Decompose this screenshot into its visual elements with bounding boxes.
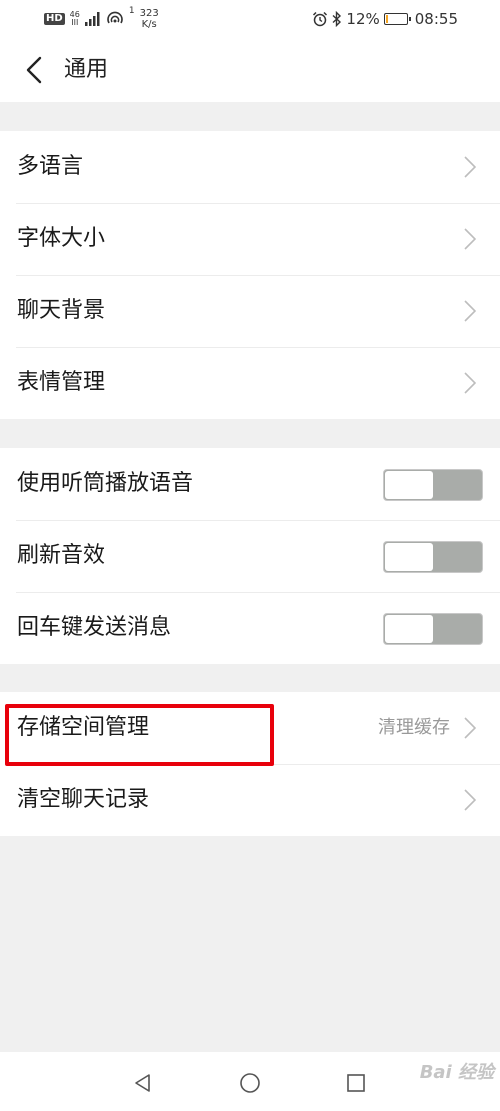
hotspot-count: 1 <box>128 6 135 16</box>
status-left: HD 46 III 1 323 K/s <box>44 6 159 32</box>
settings-group-display: 多语言 字体大小 聊天背景 表情管理 <box>0 131 500 419</box>
chevron-right-icon <box>464 228 476 250</box>
bluetooth-icon <box>332 11 342 27</box>
row-label: 字体大小 <box>17 226 106 251</box>
row-label: 使用听筒播放语音 <box>17 471 194 496</box>
hotspot-icon <box>107 11 123 24</box>
signal-icon <box>84 12 100 26</box>
chevron-right-icon <box>464 372 476 394</box>
title-bar: 通用 <box>0 38 500 102</box>
battery-icon <box>383 13 411 25</box>
system-recent-apps-icon[interactable] <box>346 1073 366 1093</box>
clock: 08:55 <box>414 10 458 28</box>
row-value: 清理缓存 <box>378 717 450 738</box>
chevron-right-icon <box>464 717 476 739</box>
refresh-sound-toggle[interactable] <box>383 541 483 573</box>
row-label: 刷新音效 <box>17 543 106 568</box>
toggle-knob <box>385 615 433 643</box>
battery-percent: 12% <box>346 10 380 28</box>
network-speed: 323 K/s <box>140 8 159 30</box>
row-enter-to-send: 回车键发送消息 <box>0 592 500 664</box>
row-label: 聊天背景 <box>17 298 106 323</box>
status-right: 12% 08:55 <box>312 6 458 32</box>
network-speed-unit: K/s <box>141 19 157 30</box>
network-type: 46 III <box>70 11 80 27</box>
status-bar: HD 46 III 1 323 K/s 12% 08:55 <box>0 0 500 38</box>
watermark-logo: Bai 经验 <box>419 1062 494 1083</box>
earpiece-playback-toggle[interactable] <box>383 469 483 501</box>
row-earpiece-playback: 使用听筒播放语音 <box>0 448 500 520</box>
enter-to-send-toggle[interactable] <box>383 613 483 645</box>
system-home-icon[interactable] <box>239 1072 261 1094</box>
row-label: 多语言 <box>17 154 84 179</box>
chevron-right-icon <box>464 156 476 178</box>
row-label: 表情管理 <box>17 370 106 395</box>
toggle-knob <box>385 471 433 499</box>
highlight-annotation <box>5 704 274 766</box>
row-clear-chat-history[interactable]: 清空聊天记录 <box>0 764 500 836</box>
page-title: 通用 <box>64 57 109 82</box>
row-refresh-sound: 刷新音效 <box>0 520 500 592</box>
row-label: 清空聊天记录 <box>17 787 150 812</box>
row-chat-background[interactable]: 聊天背景 <box>0 275 500 347</box>
row-multi-language[interactable]: 多语言 <box>0 131 500 203</box>
network-speed-value: 323 <box>139 8 159 19</box>
chevron-right-icon <box>464 789 476 811</box>
hd-badge: HD <box>44 13 65 25</box>
alarm-icon <box>313 11 328 27</box>
battery-fill <box>385 15 389 23</box>
system-back-icon[interactable] <box>132 1072 154 1094</box>
row-sticker-management[interactable]: 表情管理 <box>0 347 500 419</box>
settings-group-sound: 使用听筒播放语音 刷新音效 回车键发送消息 <box>0 448 500 664</box>
chevron-right-icon <box>464 300 476 322</box>
row-label: 回车键发送消息 <box>17 615 172 640</box>
back-arrow-icon[interactable] <box>22 56 48 84</box>
network-subtype-label: III <box>71 18 79 27</box>
toggle-knob <box>385 543 433 571</box>
row-font-size[interactable]: 字体大小 <box>0 203 500 275</box>
